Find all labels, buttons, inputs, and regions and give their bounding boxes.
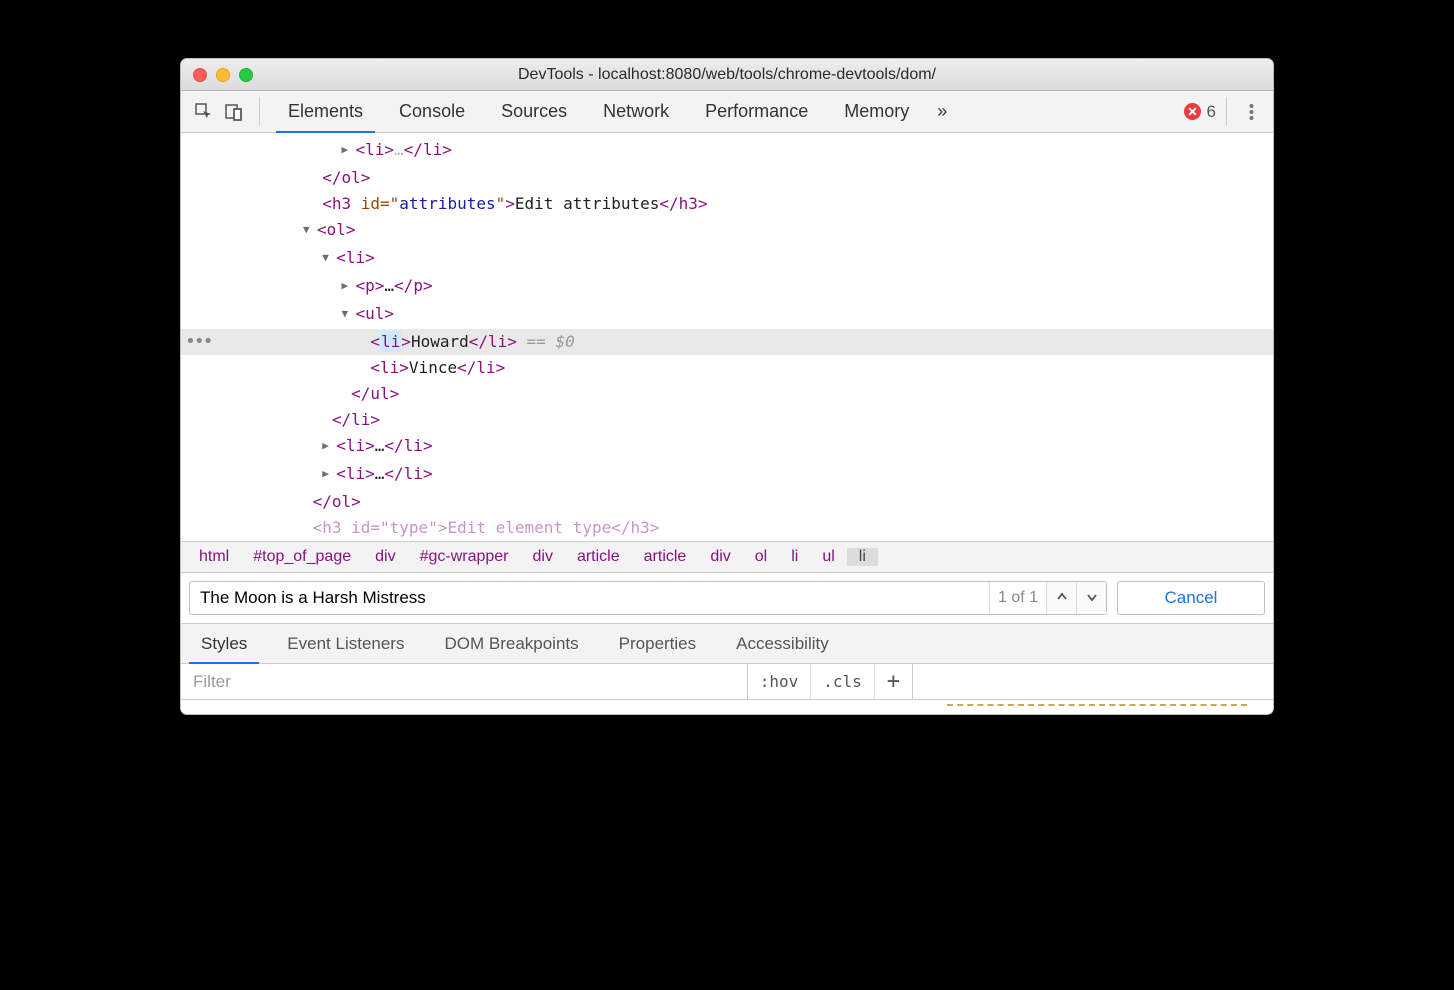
toolbar-divider-right	[1226, 97, 1227, 126]
error-count: 6	[1207, 102, 1216, 122]
selected-overflow-icon[interactable]: •••	[185, 329, 212, 355]
settings-menu-icon[interactable]	[1237, 91, 1265, 132]
dom-row-selected[interactable]: ••• <li>Howard</li> == $0	[181, 329, 1273, 355]
crumb-div-3[interactable]: div	[698, 548, 742, 566]
search-bar: 1 of 1 Cancel	[181, 573, 1273, 624]
search-input[interactable]	[190, 588, 989, 608]
styles-filter-input[interactable]	[181, 664, 701, 699]
search-prev-button[interactable]	[1046, 582, 1076, 614]
dom-row[interactable]: <li>…</li>	[181, 461, 1273, 489]
dom-row[interactable]: </li>	[181, 407, 1273, 433]
crumb-div-2[interactable]: div	[521, 548, 565, 566]
breadcrumb: html #top_of_page div #gc-wrapper div ar…	[181, 541, 1273, 573]
crumb-article[interactable]: article	[565, 548, 632, 566]
tab-elements[interactable]: Elements	[270, 91, 381, 132]
devtools-window: DevTools - localhost:8080/web/tools/chro…	[180, 58, 1274, 715]
dom-row[interactable]: <ol>	[181, 217, 1273, 245]
subtab-accessibility[interactable]: Accessibility	[716, 624, 849, 663]
crumb-div[interactable]: div	[363, 548, 407, 566]
crumb-ul[interactable]: ul	[810, 548, 846, 566]
dom-row[interactable]: <li>…</li>	[181, 433, 1273, 461]
tab-sources[interactable]: Sources	[483, 91, 585, 132]
crumb-html[interactable]: html	[187, 548, 241, 566]
close-window-button[interactable]	[193, 68, 207, 82]
tab-memory[interactable]: Memory	[826, 91, 927, 132]
dom-row[interactable]: <p>…</p>	[181, 273, 1273, 301]
window-titlebar: DevTools - localhost:8080/web/tools/chro…	[181, 59, 1273, 91]
main-toolbar: Elements Console Sources Network Perform…	[181, 91, 1273, 133]
error-icon	[1184, 103, 1201, 120]
inspect-element-icon[interactable]	[189, 91, 219, 132]
subtab-properties[interactable]: Properties	[599, 624, 716, 663]
toggle-classes-button[interactable]: .cls	[810, 664, 874, 699]
minimize-window-button[interactable]	[216, 68, 230, 82]
dom-row[interactable]: </ol>	[181, 165, 1273, 191]
styles-sidebar-gap	[913, 664, 1273, 699]
styles-pane-tabs: Styles Event Listeners DOM Breakpoints P…	[181, 624, 1273, 664]
toolbar-divider	[259, 97, 260, 126]
crumb-article-2[interactable]: article	[632, 548, 699, 566]
search-cancel-button[interactable]: Cancel	[1117, 581, 1265, 615]
tab-console[interactable]: Console	[381, 91, 483, 132]
tab-network[interactable]: Network	[585, 91, 687, 132]
toggle-hover-state-button[interactable]: :hov	[748, 664, 811, 699]
styles-toolbar: :hov .cls +	[181, 664, 1273, 700]
box-model-margin-edge	[947, 704, 1247, 708]
search-next-button[interactable]	[1076, 582, 1106, 614]
dom-row[interactable]: <h3 id="type">Edit element type</h3>	[181, 515, 1273, 541]
dom-row[interactable]: <li>	[181, 245, 1273, 273]
error-counter[interactable]: 6	[1184, 91, 1216, 132]
subtab-styles[interactable]: Styles	[181, 624, 267, 663]
crumb-gc-wrapper[interactable]: #gc-wrapper	[408, 548, 521, 566]
search-box: 1 of 1	[189, 581, 1107, 615]
zoom-window-button[interactable]	[239, 68, 253, 82]
tabs-overflow-button[interactable]: »	[927, 91, 957, 132]
crumb-top-of-page[interactable]: #top_of_page	[241, 548, 363, 566]
dom-row[interactable]: <li>…</li>	[181, 137, 1273, 165]
new-style-rule-button[interactable]: +	[874, 664, 912, 699]
crumb-ol[interactable]: ol	[743, 548, 779, 566]
tab-performance[interactable]: Performance	[687, 91, 826, 132]
device-toolbar-icon[interactable]	[219, 91, 249, 132]
box-model-peek	[181, 700, 1273, 714]
dom-row[interactable]: <li>Vince</li>	[181, 355, 1273, 381]
dom-row[interactable]: </ul>	[181, 381, 1273, 407]
crumb-li[interactable]: li	[779, 548, 810, 566]
search-result-count: 1 of 1	[989, 582, 1046, 614]
crumb-li-selected[interactable]: li	[847, 548, 878, 566]
subtab-dom-breakpoints[interactable]: DOM Breakpoints	[424, 624, 598, 663]
dom-row[interactable]: <h3 id="attributes">Edit attributes</h3>	[181, 191, 1273, 217]
window-title: DevTools - localhost:8080/web/tools/chro…	[181, 66, 1273, 84]
dom-tree[interactable]: <li>…</li> </ol> <h3 id="attributes">Edi…	[181, 133, 1273, 541]
dom-row[interactable]: </ol>	[181, 489, 1273, 515]
dom-row[interactable]: <ul>	[181, 301, 1273, 329]
traffic-lights	[193, 68, 253, 82]
subtab-event-listeners[interactable]: Event Listeners	[267, 624, 424, 663]
